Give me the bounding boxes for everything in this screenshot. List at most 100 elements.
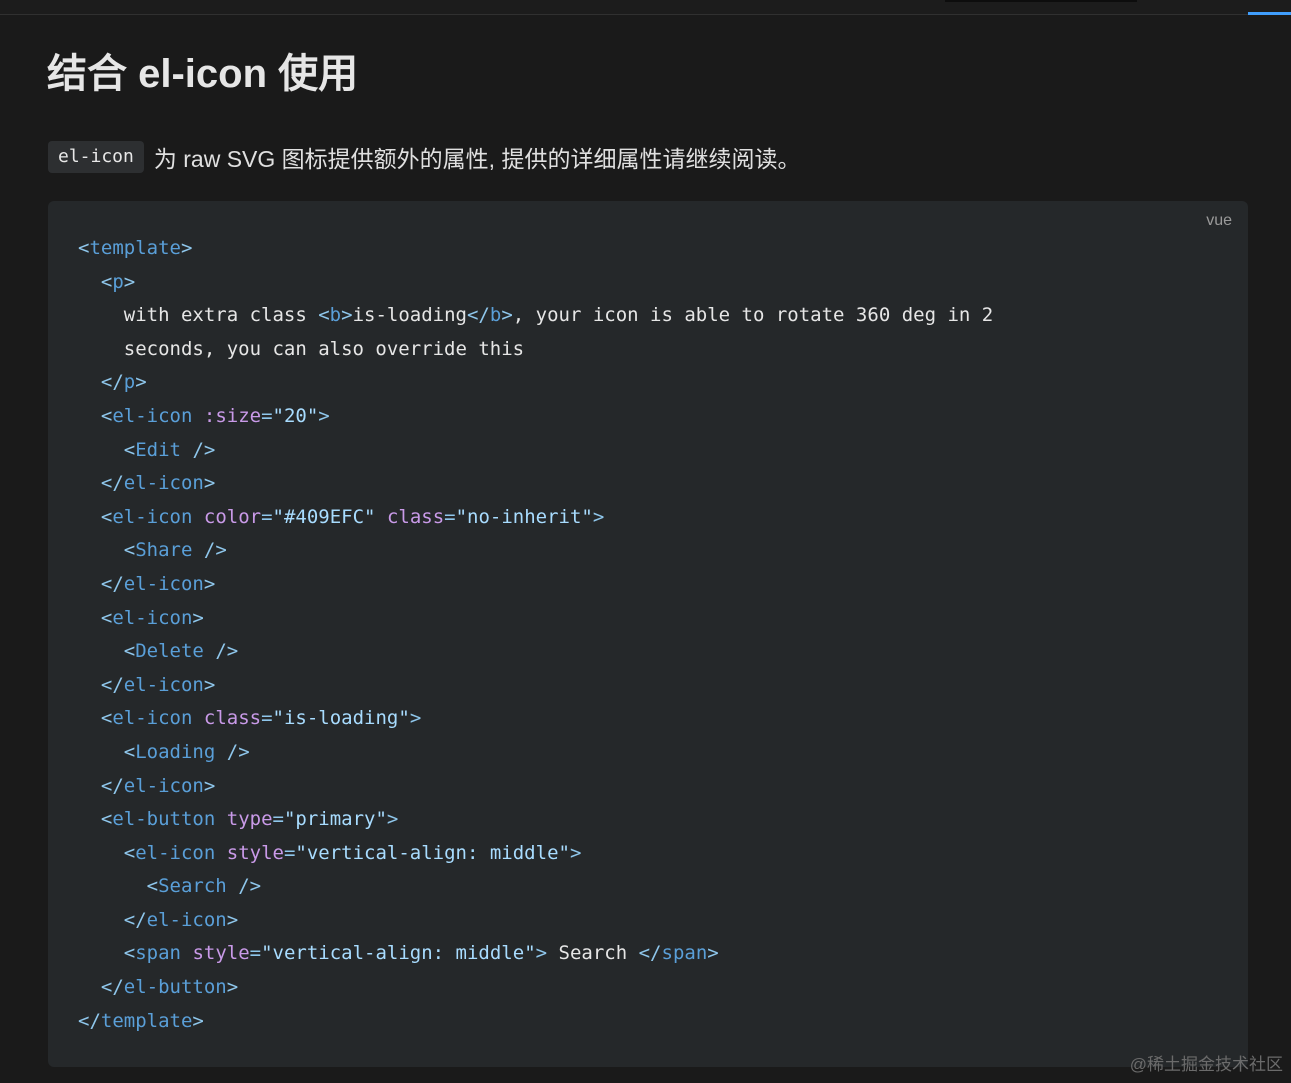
code-token: < [78,237,90,259]
code-token: < [123,740,136,763]
code-token: > [341,304,353,327]
code-token: > [123,270,136,293]
code-line: seconds, you can also override this [78,333,993,367]
code-token: = [249,942,262,965]
code-token: el-icon [123,472,204,495]
code-token: color [203,505,262,528]
code-line: <el-icon style="vertical-align: middle"> [78,837,993,871]
code-line: with extra class <b>is-loading</b>, your… [78,299,993,333]
code-line: <Share /> [78,534,993,568]
code-line: <template> [78,232,993,266]
language-label: vue [1206,212,1232,229]
code-token: "#409EFC" [272,505,376,528]
code-token: Delete [135,640,204,663]
code-token: </ [100,472,124,495]
code-line: <el-icon color="#409EFC" class="no-inher… [78,501,993,535]
code-token: Share [135,539,193,562]
code-token: </ [78,1009,101,1032]
code-line: <Edit /> [78,434,993,468]
code-token: , your icon is able to rotate 360 deg in… [512,304,994,327]
code-token: /> [215,640,239,663]
code-line: </p> [78,366,993,400]
code-token: Search [547,942,639,965]
watermark: @稀土掘金技术社区 [1129,1055,1283,1074]
code-token: </ [466,304,490,327]
code-token: Search [158,875,227,898]
code-token: el-icon [146,908,227,931]
code-token: < [318,304,330,327]
code-token: = [261,505,273,528]
code-token: type [226,808,273,831]
top-navbar-search-edge [945,0,1137,2]
code-line: </template> [78,1005,993,1039]
code-token: p [112,270,124,293]
code-token: < [123,841,136,864]
code-token: style [226,841,284,864]
code-token: </ [100,774,124,797]
code-token: /> [226,740,250,763]
code-token: "no-inherit" [455,505,593,528]
code-token: > [180,237,193,259]
code-token: < [100,707,113,730]
code-token: Loading [135,740,216,763]
code-token: > [226,908,239,931]
code-token: </ [100,673,124,696]
code-token: with extra class [78,304,319,327]
code-token: </ [100,572,124,595]
code-token: > [318,404,330,427]
code-token: < [146,875,159,898]
code-token: < [100,808,113,831]
code-token: style [192,942,250,965]
code-line: <el-icon class="is-loading"> [78,702,993,736]
code-token: "vertical-align: middle" [295,841,570,864]
code-token: class [203,707,262,730]
code-token: > [203,472,216,495]
code-token: p [123,371,136,394]
code-token: /> [192,438,216,461]
code-token: el-button [123,976,227,999]
code-token: </ [123,908,147,931]
code-token: :size [203,404,262,427]
code-token: = [283,841,296,864]
code-token: span [135,942,181,965]
code-line: </el-icon> [78,467,993,501]
code-token: < [100,606,113,629]
code-token: span [661,942,708,965]
code-token: < [123,640,136,663]
code-token: < [123,438,136,461]
code-token: is-loading [352,304,467,327]
code-line: </el-icon> [78,904,993,938]
top-navbar [0,0,1291,15]
code-token: b [329,304,342,327]
code-block: vue <template> <p> with extra class <b>i… [48,201,1248,1067]
code-token: el-icon [135,841,216,864]
code-token: = [261,707,273,730]
code-token: /> [238,875,262,898]
code-token: < [100,404,113,427]
code-token: > [707,942,719,965]
code-token: "vertical-align: middle" [261,942,536,965]
code-token: > [535,942,548,965]
code-token: seconds, you can also override this [78,337,525,360]
code-token: < [100,505,113,528]
code-token: Edit [135,438,181,461]
